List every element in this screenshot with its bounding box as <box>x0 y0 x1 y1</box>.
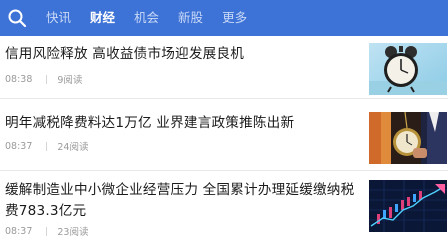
news-thumbnail <box>369 180 447 232</box>
tab-caijing[interactable]: 财经 <box>90 0 115 36</box>
news-title: 信用风险释放 高收益债市场迎发展良机 <box>5 46 245 62</box>
search-icon <box>8 9 27 28</box>
news-time: 08:37 <box>5 225 33 237</box>
alarm-clock-image <box>369 43 447 95</box>
tab-jihui[interactable]: 机会 <box>134 0 159 36</box>
pocket-watch-image <box>369 112 447 164</box>
news-read-count: 24阅读 <box>57 142 89 153</box>
news-meta: 08:37 24阅读 <box>5 139 89 154</box>
news-title: 缓解制造业中小微企业经营压力 全国累计办理延缓缴纳税费783.3亿元 <box>5 182 355 219</box>
news-item[interactable]: 信用风险释放 高收益债市场迎发展良机 08:38 9阅读 <box>0 36 448 99</box>
category-tabs: 快讯 财经 机会 新股 更多 <box>46 0 266 36</box>
news-thumbnail <box>369 112 447 164</box>
stock-chart-image <box>369 180 447 232</box>
top-nav-bar: 快讯 财经 机会 新股 更多 <box>0 0 448 36</box>
news-read-count: 9阅读 <box>57 75 83 86</box>
meta-divider <box>46 74 48 84</box>
news-item[interactable]: 缓解制造业中小微企业经营压力 全国累计办理延缓缴纳税费783.3亿元 08:37… <box>0 171 448 246</box>
tab-xingu[interactable]: 新股 <box>178 0 203 36</box>
news-title: 明年减税降费料达1万亿 业界建言政策推陈出新 <box>5 115 295 131</box>
news-read-count: 23阅读 <box>57 227 89 238</box>
news-meta: 08:38 9阅读 <box>5 72 83 87</box>
search-button[interactable] <box>2 0 32 36</box>
meta-divider <box>46 226 48 236</box>
news-item[interactable]: 明年减税降费料达1万亿 业界建言政策推陈出新 08:37 24阅读 <box>0 99 448 171</box>
news-time: 08:38 <box>5 73 33 85</box>
news-thumbnail <box>369 43 447 95</box>
news-meta: 08:37 23阅读 <box>5 224 89 239</box>
tab-more[interactable]: 更多 <box>222 0 247 36</box>
meta-divider <box>46 141 48 151</box>
tab-kuaixun[interactable]: 快讯 <box>46 0 71 36</box>
news-time: 08:37 <box>5 140 33 152</box>
